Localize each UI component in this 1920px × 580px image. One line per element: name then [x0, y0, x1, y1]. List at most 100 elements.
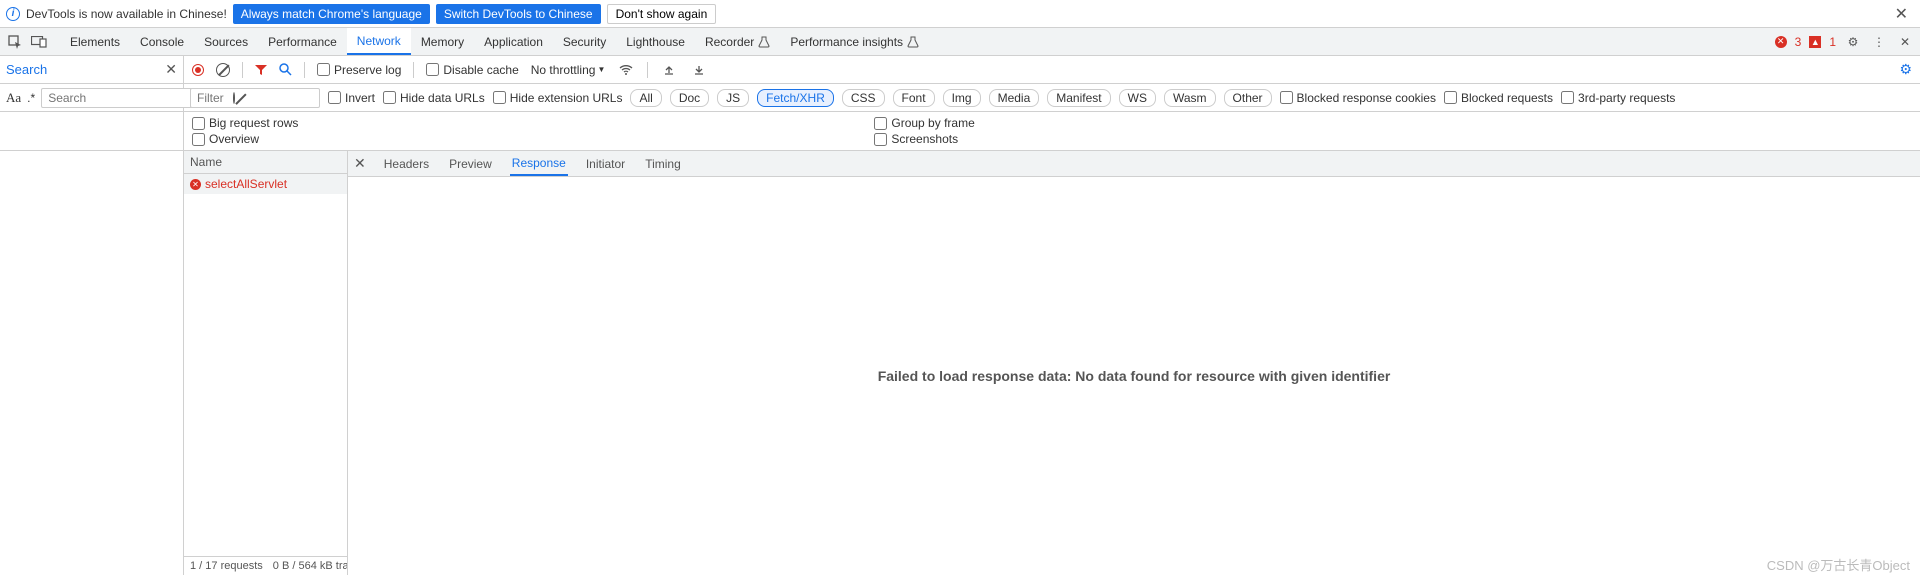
pill-js[interactable]: JS: [717, 89, 749, 107]
inspect-icon[interactable]: [6, 33, 24, 51]
pill-doc[interactable]: Doc: [670, 89, 709, 107]
search-pane-header: Search ✕: [0, 56, 184, 83]
throttling-value: No throttling: [531, 63, 596, 77]
devtools-tabstrip: Elements Console Sources Performance Net…: [0, 28, 1920, 56]
request-name: selectAllServlet: [205, 177, 287, 191]
tab-perf-insights[interactable]: Performance insights: [780, 28, 929, 55]
pill-other[interactable]: Other: [1224, 89, 1272, 107]
big-rows-checkbox[interactable]: Big request rows: [192, 116, 298, 130]
screenshots-checkbox[interactable]: Screenshots: [874, 132, 974, 146]
group-frame-checkbox[interactable]: Group by frame: [874, 116, 974, 130]
tab-recorder[interactable]: Recorder: [695, 28, 780, 55]
issue-badge-icon[interactable]: ▲: [1809, 36, 1821, 48]
close-devtools-icon[interactable]: ✕: [1896, 33, 1914, 51]
tab-elements[interactable]: Elements: [60, 28, 130, 55]
close-infobar-icon[interactable]: ✕: [1889, 4, 1914, 24]
blocked-requests-checkbox[interactable]: Blocked requests: [1444, 91, 1553, 105]
pill-ws[interactable]: WS: [1119, 89, 1156, 107]
search-pane-label: Search: [6, 62, 47, 77]
flask-icon: [907, 36, 919, 48]
device-icon[interactable]: [30, 33, 48, 51]
detail-tab-headers[interactable]: Headers: [382, 153, 431, 175]
pill-media[interactable]: Media: [989, 89, 1040, 107]
pill-wasm[interactable]: Wasm: [1164, 89, 1216, 107]
flask-icon: [758, 36, 770, 48]
match-language-button[interactable]: Always match Chrome's language: [233, 4, 430, 24]
status-count: 1 / 17 requests: [190, 560, 263, 572]
pill-font[interactable]: Font: [893, 89, 935, 107]
close-search-icon[interactable]: ✕: [165, 61, 177, 78]
tab-performance[interactable]: Performance: [258, 28, 347, 55]
more-vert-icon[interactable]: ⋮: [1870, 33, 1888, 51]
load-failed-message: Failed to load response data: No data fo…: [878, 368, 1391, 384]
disable-cache-checkbox[interactable]: Disable cache: [426, 63, 518, 77]
status-size: 0 B / 564 kB transferred: [273, 560, 347, 572]
issue-count: 1: [1829, 35, 1836, 49]
filter-input[interactable]: [190, 88, 320, 108]
network-content: Name ✕ selectAllServlet 1 / 17 requests …: [0, 151, 1920, 575]
search-icon[interactable]: [279, 63, 292, 76]
third-party-checkbox[interactable]: 3rd-party requests: [1561, 91, 1675, 105]
separator: [304, 62, 305, 78]
infobar-message: DevTools is now available in Chinese!: [26, 7, 227, 21]
language-infobar: i DevTools is now available in Chinese! …: [0, 0, 1920, 28]
detail-tab-response[interactable]: Response: [510, 152, 568, 176]
clear-search-icon[interactable]: [233, 92, 235, 104]
switch-language-button[interactable]: Switch DevTools to Chinese: [436, 4, 601, 24]
search-pane-body: [0, 112, 184, 150]
options-main: Big request rows Overview Group by frame…: [184, 112, 1920, 150]
regex-icon[interactable]: .*: [27, 91, 35, 105]
tab-sources[interactable]: Sources: [194, 28, 258, 55]
tab-security[interactable]: Security: [553, 28, 616, 55]
hide-ext-urls-checkbox[interactable]: Hide extension URLs: [493, 91, 623, 105]
overview-label: Overview: [209, 132, 259, 146]
tab-application[interactable]: Application: [474, 28, 553, 55]
detail-tab-preview[interactable]: Preview: [447, 153, 494, 175]
blocked-cookies-label: Blocked response cookies: [1297, 91, 1436, 105]
big-rows-label: Big request rows: [209, 116, 298, 130]
tab-console[interactable]: Console: [130, 28, 194, 55]
pill-img[interactable]: Img: [943, 89, 981, 107]
panel-tabs: Elements Console Sources Performance Net…: [60, 28, 929, 55]
network-settings-icon[interactable]: ⚙: [1899, 61, 1912, 78]
request-row[interactable]: ✕ selectAllServlet: [184, 174, 347, 194]
invert-checkbox[interactable]: Invert: [328, 91, 375, 105]
blocked-cookies-checkbox[interactable]: Blocked response cookies: [1280, 91, 1436, 105]
tab-network[interactable]: Network: [347, 28, 411, 55]
info-icon: i: [6, 7, 20, 21]
error-badge-icon[interactable]: ✕: [1775, 36, 1787, 48]
pill-fetch-xhr[interactable]: Fetch/XHR: [757, 89, 834, 107]
record-icon[interactable]: [192, 64, 204, 76]
overview-checkbox[interactable]: Overview: [192, 132, 298, 146]
hide-data-urls-checkbox[interactable]: Hide data URLs: [383, 91, 485, 105]
error-count: 3: [1795, 35, 1802, 49]
upload-har-icon[interactable]: [660, 61, 678, 79]
dont-show-button[interactable]: Don't show again: [607, 4, 717, 24]
match-case-icon[interactable]: Aa: [6, 90, 21, 106]
clear-icon[interactable]: [216, 63, 230, 77]
separator: [647, 62, 648, 78]
pill-all[interactable]: All: [630, 89, 661, 107]
preserve-log-checkbox[interactable]: Preserve log: [317, 63, 401, 77]
invert-label: Invert: [345, 91, 375, 105]
requests-header[interactable]: Name: [184, 151, 347, 174]
tab-memory[interactable]: Memory: [411, 28, 474, 55]
tabstrip-right: ✕ 3 ▲ 1 ⚙ ⋮ ✕: [1769, 33, 1920, 51]
network-conditions-icon[interactable]: [617, 61, 635, 79]
tab-perf-insights-label: Performance insights: [790, 35, 903, 49]
tab-lighthouse[interactable]: Lighthouse: [616, 28, 695, 55]
settings-gear-icon[interactable]: ⚙: [1844, 33, 1862, 51]
detail-tab-initiator[interactable]: Initiator: [584, 153, 627, 175]
close-detail-icon[interactable]: ✕: [354, 155, 366, 172]
pill-css[interactable]: CSS: [842, 89, 885, 107]
download-har-icon[interactable]: [690, 61, 708, 79]
options-col1: Big request rows Overview: [184, 112, 306, 150]
filter-icon[interactable]: [255, 64, 267, 76]
request-detail-pane: ✕ Headers Preview Response Initiator Tim…: [348, 151, 1920, 575]
pill-manifest[interactable]: Manifest: [1047, 89, 1110, 107]
detail-tab-timing[interactable]: Timing: [643, 153, 683, 175]
throttling-select[interactable]: No throttling ▼: [531, 63, 606, 77]
detail-body: Failed to load response data: No data fo…: [348, 177, 1920, 575]
separator: [242, 62, 243, 78]
tab-recorder-label: Recorder: [705, 35, 754, 49]
